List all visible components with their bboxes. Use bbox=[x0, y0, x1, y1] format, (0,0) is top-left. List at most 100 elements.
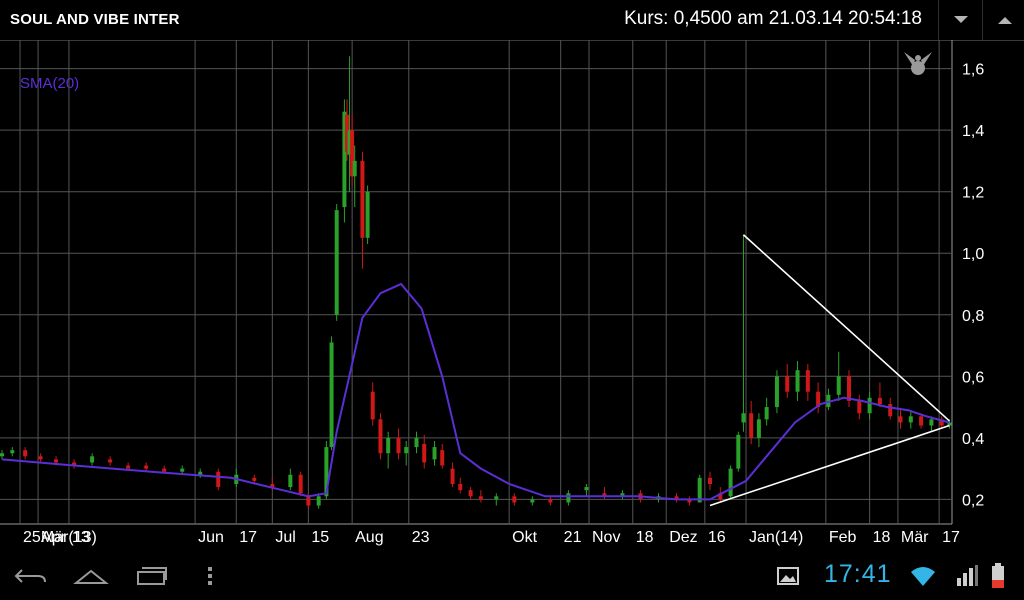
x-tick-label: 23 bbox=[412, 529, 430, 546]
candle bbox=[288, 468, 293, 491]
trendline[interactable] bbox=[742, 234, 950, 422]
x-tick-label: Nov bbox=[592, 529, 620, 546]
candle bbox=[749, 400, 754, 444]
action-bar: SOUL AND VIBE INTER Kurs: 0,4500 am 21.0… bbox=[0, 0, 1024, 41]
x-tick-label: Mär bbox=[901, 529, 929, 546]
status-clock: 17:41 bbox=[824, 560, 892, 588]
candles bbox=[0, 56, 952, 509]
x-tick-label: 21 bbox=[564, 529, 582, 546]
candle bbox=[329, 336, 334, 451]
candle bbox=[38, 453, 43, 463]
chart-grid bbox=[0, 40, 953, 525]
y-tick-label: 1,0 bbox=[962, 246, 984, 263]
y-tick-label: 0,8 bbox=[962, 308, 984, 325]
candle bbox=[736, 431, 741, 472]
candle bbox=[857, 394, 862, 420]
candle bbox=[126, 462, 131, 469]
wifi-icon bbox=[911, 567, 935, 586]
candle bbox=[23, 447, 28, 460]
signal-icon bbox=[957, 565, 978, 586]
candle bbox=[0, 450, 4, 460]
candle bbox=[548, 496, 553, 506]
x-tick-label: Feb bbox=[829, 529, 857, 546]
x-tick-label: Aug bbox=[355, 529, 383, 546]
candle bbox=[298, 471, 303, 497]
candle bbox=[478, 490, 483, 503]
candle bbox=[741, 234, 746, 432]
candle bbox=[396, 428, 401, 460]
scroll-up-button[interactable] bbox=[982, 0, 1024, 40]
x-tick-label: 17 bbox=[239, 529, 257, 546]
candle bbox=[566, 490, 571, 506]
candle bbox=[687, 496, 692, 506]
candle bbox=[386, 431, 391, 469]
y-tick-label: 1,6 bbox=[962, 62, 984, 79]
candle bbox=[785, 364, 790, 398]
candle bbox=[774, 370, 779, 414]
y-axis-ticks: 0,2 0,4 0,6 0,8 1,0 1,2 1,4 1,6 bbox=[962, 62, 984, 510]
back-icon bbox=[14, 569, 46, 583]
candle bbox=[404, 440, 409, 466]
recent-apps-button[interactable] bbox=[130, 560, 172, 592]
quote-text: Kurs: 0,4500 am 21.03.14 20:54:18 bbox=[624, 8, 922, 29]
x-tick-label: Jan(14) bbox=[749, 529, 803, 546]
candle bbox=[450, 462, 455, 488]
candle bbox=[108, 456, 113, 466]
chart-tool-icon[interactable] bbox=[904, 52, 932, 75]
candle bbox=[867, 391, 872, 420]
candle bbox=[162, 465, 167, 472]
y-tick-label: 1,4 bbox=[962, 123, 984, 140]
x-tick-label: Jul bbox=[275, 529, 295, 546]
menu-button[interactable] bbox=[200, 560, 220, 592]
candle bbox=[422, 434, 427, 469]
candle bbox=[898, 410, 903, 429]
candle bbox=[468, 487, 473, 500]
x-tick-label: Jun bbox=[198, 529, 224, 546]
screenshot-icon bbox=[777, 567, 799, 585]
home-icon bbox=[73, 569, 109, 584]
screenshot-notification[interactable] bbox=[776, 560, 800, 592]
x-tick-label: 18 bbox=[873, 529, 891, 546]
x-axis-ticks: 25Mär(13)Apr 13 Jun 17 Jul 15 Aug 23 Okt 21 Nov 18 D… bbox=[23, 529, 960, 546]
candle bbox=[512, 493, 517, 506]
candle bbox=[370, 382, 375, 426]
candle bbox=[530, 496, 535, 506]
candle bbox=[334, 204, 339, 321]
candle bbox=[728, 465, 733, 500]
x-tick-label: Okt bbox=[512, 529, 537, 546]
x-tick-label: 15 bbox=[311, 529, 329, 546]
candle bbox=[458, 477, 463, 494]
candle bbox=[584, 484, 589, 497]
candle bbox=[90, 453, 95, 466]
stock-title: SOUL AND VIBE INTER bbox=[10, 11, 180, 28]
candle bbox=[847, 370, 852, 408]
candle bbox=[365, 185, 370, 244]
candle bbox=[216, 468, 221, 491]
chevron-up-icon bbox=[998, 17, 1012, 24]
battery-icon bbox=[992, 563, 1004, 588]
candle bbox=[764, 397, 769, 426]
x-tick-label: Dez bbox=[669, 529, 697, 546]
recent-apps-icon bbox=[137, 567, 167, 585]
back-button[interactable] bbox=[10, 560, 52, 592]
y-tick-label: 0,2 bbox=[962, 492, 984, 509]
candle bbox=[826, 388, 831, 411]
candle bbox=[440, 444, 445, 469]
y-tick-label: 0,6 bbox=[962, 369, 984, 386]
wifi-status bbox=[908, 560, 938, 592]
x-tick-label: 16 bbox=[708, 529, 726, 546]
candle bbox=[756, 413, 761, 448]
candle bbox=[360, 151, 365, 269]
scroll-down-button[interactable] bbox=[938, 0, 983, 40]
candle bbox=[72, 459, 77, 469]
home-button[interactable] bbox=[70, 560, 112, 592]
candle bbox=[494, 493, 499, 506]
menu-icon bbox=[208, 567, 212, 585]
candle bbox=[414, 431, 419, 454]
candle bbox=[939, 416, 944, 429]
candle bbox=[707, 471, 712, 491]
candle bbox=[795, 360, 800, 401]
x-tick-label: 17 bbox=[942, 529, 960, 546]
y-tick-label: 0,4 bbox=[962, 431, 984, 448]
candlestick-chart[interactable]: 0,20,40,60,81,01,21,41,6 25Mär(13)Apr 13 J… bbox=[0, 40, 1024, 552]
